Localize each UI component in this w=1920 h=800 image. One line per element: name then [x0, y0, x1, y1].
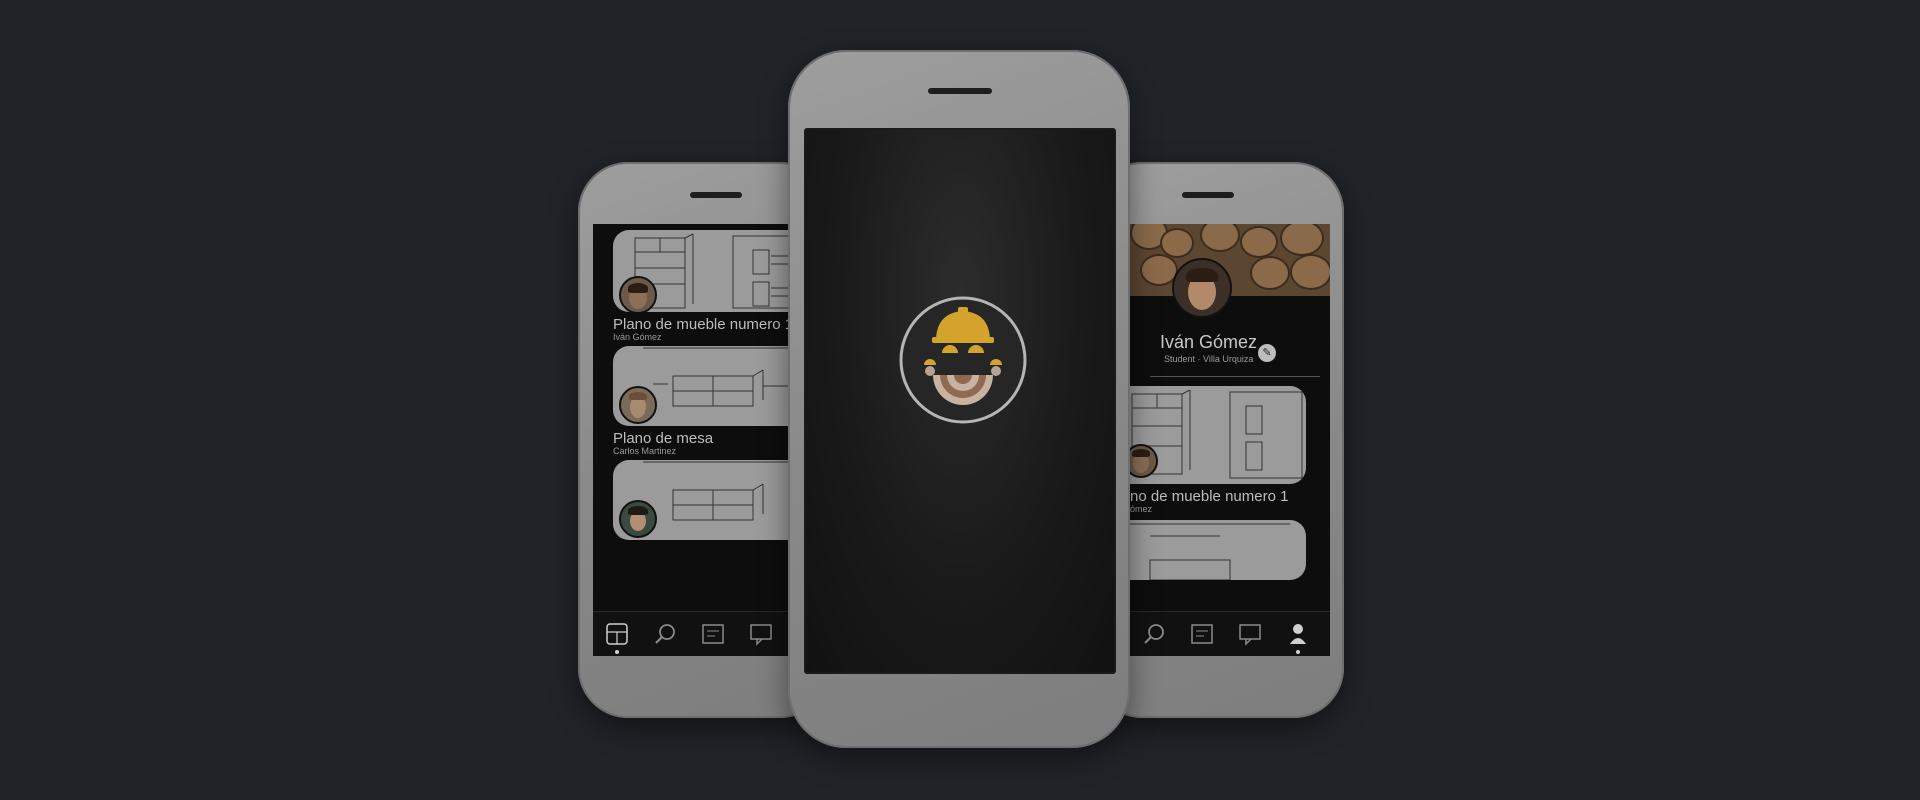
author-avatar: [619, 276, 657, 312]
profile-subtitle: Student · Villa Urquiza: [1164, 354, 1254, 364]
profile-screen: Iván Gómez Student · Villa Urquiza ✎ no …: [1130, 224, 1330, 656]
feed-screen: Plano de mueble numero 1 Iván Gómez Plan…: [593, 224, 815, 656]
plans-icon[interactable]: [701, 622, 725, 646]
plan-author: Carlos Martinez: [613, 446, 677, 456]
bottom-navigation: [593, 611, 815, 656]
plan-card[interactable]: [1130, 520, 1306, 580]
profile-name: Iván Gómez: [1160, 332, 1258, 352]
author-avatar: [619, 500, 657, 538]
center-phone-mockup: [788, 50, 1130, 748]
plan-title[interactable]: Plano de mesa: [613, 430, 713, 447]
plan-author: Iván Gómez: [613, 332, 662, 342]
plans-icon[interactable]: [1190, 622, 1214, 646]
speaker-grille: [690, 192, 742, 198]
plan-title[interactable]: no de mueble numero 1: [1130, 488, 1288, 505]
search-icon[interactable]: [653, 622, 677, 646]
plan-drawing: [1131, 389, 1303, 479]
author-avatar: [619, 386, 657, 424]
plan-card[interactable]: [613, 346, 813, 426]
pencil-icon[interactable]: ✎: [1258, 344, 1276, 362]
plan-drawing: [1130, 523, 1290, 580]
splash-screen: [804, 128, 1116, 674]
active-tab-indicator: [615, 650, 619, 654]
plan-card[interactable]: [613, 230, 813, 312]
bottom-navigation: [1130, 611, 1330, 656]
plan-title[interactable]: Plano de mueble numero 1: [613, 316, 793, 333]
profile-icon[interactable]: [1286, 622, 1310, 646]
home-plans-icon[interactable]: [605, 622, 629, 646]
speaker-grille: [928, 88, 992, 94]
profile-avatar[interactable]: [1172, 258, 1232, 318]
speaker-grille: [1182, 192, 1234, 198]
messages-icon[interactable]: [749, 622, 773, 646]
plan-card[interactable]: [1130, 386, 1306, 484]
plan-author: ómez: [1130, 504, 1153, 514]
search-icon[interactable]: [1142, 622, 1166, 646]
messages-icon[interactable]: [1238, 622, 1262, 646]
divider: [1150, 376, 1320, 377]
carpenter-helmet-logo: [899, 296, 1027, 424]
plan-card[interactable]: [613, 460, 813, 540]
active-tab-indicator: [1296, 650, 1300, 654]
